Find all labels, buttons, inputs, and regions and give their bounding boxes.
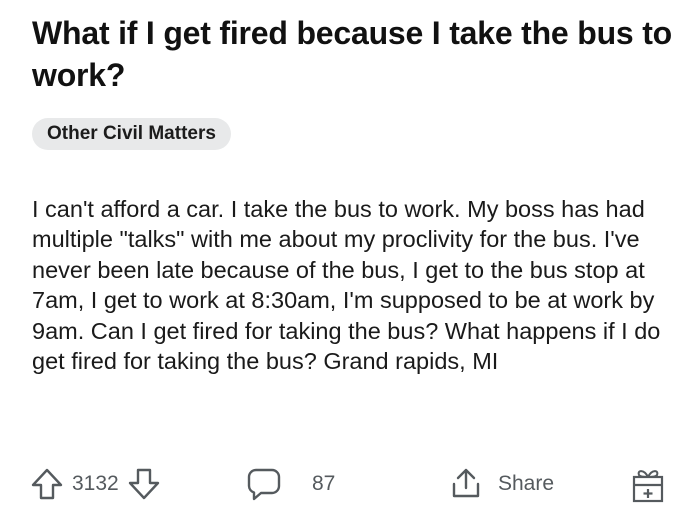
award-button[interactable] xyxy=(628,462,668,506)
post-title[interactable]: What if I get fired because I take the b… xyxy=(32,12,682,96)
vote-group: 3132 xyxy=(30,462,161,506)
vote-count: 3132 xyxy=(72,472,119,495)
post-action-bar: 3132 87 Share xyxy=(30,462,680,506)
comment-bubble-icon xyxy=(246,466,282,502)
comments-button[interactable]: 87 xyxy=(246,462,343,506)
post-body-text: I can't afford a car. I take the bus to … xyxy=(32,196,661,375)
downvote-arrow-icon[interactable] xyxy=(127,467,161,501)
post-flair[interactable]: Other Civil Matters xyxy=(32,118,231,150)
share-label: Share xyxy=(498,472,555,495)
upvote-arrow-icon[interactable] xyxy=(30,467,64,501)
comment-count: 87 xyxy=(312,472,336,495)
share-upload-icon xyxy=(448,466,484,502)
share-button[interactable]: Share xyxy=(448,462,554,506)
post-body: I can't afford a car. I take the bus to … xyxy=(32,194,672,376)
post: What if I get fired because I take the b… xyxy=(32,12,682,376)
award-gift-icon xyxy=(628,464,668,504)
